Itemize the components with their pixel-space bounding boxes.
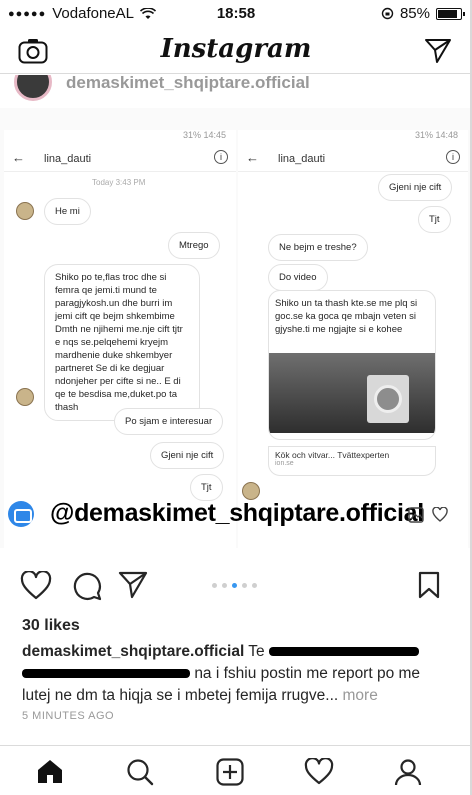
washing-machine-photo xyxy=(269,353,435,433)
chat-header: ← lina_dauti i xyxy=(4,146,236,172)
link-title: Kök och vitvar... Tvättexperten xyxy=(275,450,390,460)
heart-icon xyxy=(432,507,448,522)
chat-username: lina_dauti xyxy=(44,153,92,165)
info-icon: i xyxy=(446,150,460,164)
chat-timestamp: Today 3:43 PM xyxy=(92,178,146,187)
message-bubble: Po sjam e interesuar xyxy=(114,408,224,435)
avatar xyxy=(16,202,34,220)
rotation-lock-icon xyxy=(381,7,394,20)
profile-icon[interactable] xyxy=(394,758,422,791)
heart-icon[interactable] xyxy=(304,757,334,790)
carousel-indicator xyxy=(212,583,257,588)
post-image[interactable]: 31% 14:45 ← lina_dauti i Today 3:43 PM H… xyxy=(0,108,472,548)
message-bubble: Ne bejm e treshe? xyxy=(268,234,368,261)
message-bubble: Tjt xyxy=(418,206,451,233)
chat-header: ← lina_dauti i xyxy=(238,146,468,172)
comment-icon[interactable] xyxy=(72,571,102,606)
like-count[interactable]: 30 likes xyxy=(22,617,80,635)
chat-screenshot-right: 31% 14:48 ← lina_dauti i Gjeni nje cift … xyxy=(238,130,468,548)
previous-post-header: demaskimet_shqiptare.official xyxy=(0,75,472,105)
carousel-dot xyxy=(212,583,217,588)
home-icon[interactable] xyxy=(36,758,64,789)
back-arrow-icon: ← xyxy=(246,150,259,165)
back-arrow-icon: ← xyxy=(12,150,25,165)
info-icon: i xyxy=(214,150,228,164)
redaction-mark xyxy=(22,669,190,679)
shared-image-card: Shiko un ta thash kte.se me plq si goc.s… xyxy=(268,290,436,440)
search-icon[interactable] xyxy=(126,758,154,791)
caption-text: Te xyxy=(248,643,265,660)
app-header: Instagram xyxy=(0,28,472,74)
camera-icon xyxy=(8,501,34,527)
gallery-icon xyxy=(408,507,424,523)
bookmark-icon[interactable] xyxy=(418,571,440,604)
washing-machine-icon xyxy=(367,375,409,423)
caption-username[interactable]: demaskimet_shqiptare.official xyxy=(22,643,244,660)
add-post-icon[interactable] xyxy=(216,758,244,791)
carousel-dot xyxy=(252,583,257,588)
post-username[interactable]: demaskimet_shqiptare.official xyxy=(66,75,310,93)
instagram-logo: Instagram xyxy=(160,34,312,64)
status-bar: ●●●●● VodafoneAL 18:58 85% xyxy=(0,0,472,28)
screenshot-status: 31% 14:48 xyxy=(414,130,458,140)
message-bubble: Gjeni nje cift xyxy=(150,442,225,469)
post-actions xyxy=(0,565,472,605)
message-text: Shiko un ta thash kte.se me plq si goc.s… xyxy=(275,298,418,335)
avatar[interactable] xyxy=(14,75,52,101)
battery-percent: 85% xyxy=(399,5,430,22)
battery-icon xyxy=(436,7,465,20)
chat-screenshot-left: 31% 14:45 ← lina_dauti i Today 3:43 PM H… xyxy=(4,130,236,548)
message-bubble: Shiko po te,flas troc dhe si femra qe je… xyxy=(44,264,200,421)
carousel-dot xyxy=(222,583,227,588)
message-bubble: Do video xyxy=(268,264,328,291)
watermark: @demaskimet_shqiptare.official xyxy=(8,495,464,533)
link-domain: ion.se xyxy=(275,460,294,467)
post-timestamp: 5 MINUTES AGO xyxy=(22,710,115,722)
paper-plane-icon[interactable] xyxy=(424,38,452,69)
battery-level xyxy=(438,9,457,18)
more-link[interactable]: more xyxy=(343,687,378,704)
battery-info: 85% xyxy=(381,5,465,22)
avatar xyxy=(16,388,34,406)
screenshot-status: 31% 14:45 xyxy=(182,130,226,140)
redaction-mark xyxy=(268,647,419,657)
link-preview: Kök och vitvar... Tvättexperten ion.se xyxy=(268,446,436,476)
carousel-dot xyxy=(232,583,237,588)
chat-username: lina_dauti xyxy=(278,153,326,165)
carousel-dot xyxy=(242,583,247,588)
message-bubble: Mtrego xyxy=(168,232,220,259)
watermark-text: @demaskimet_shqiptare.official xyxy=(50,499,424,527)
share-icon[interactable] xyxy=(118,571,148,604)
post-caption: demaskimet_shqiptare.official Te na i fs… xyxy=(22,641,452,707)
bottom-navigation xyxy=(0,745,472,795)
heart-icon[interactable] xyxy=(20,570,52,605)
message-bubble: He mi xyxy=(44,198,91,225)
message-bubble: Gjeni nje cift xyxy=(378,174,453,201)
